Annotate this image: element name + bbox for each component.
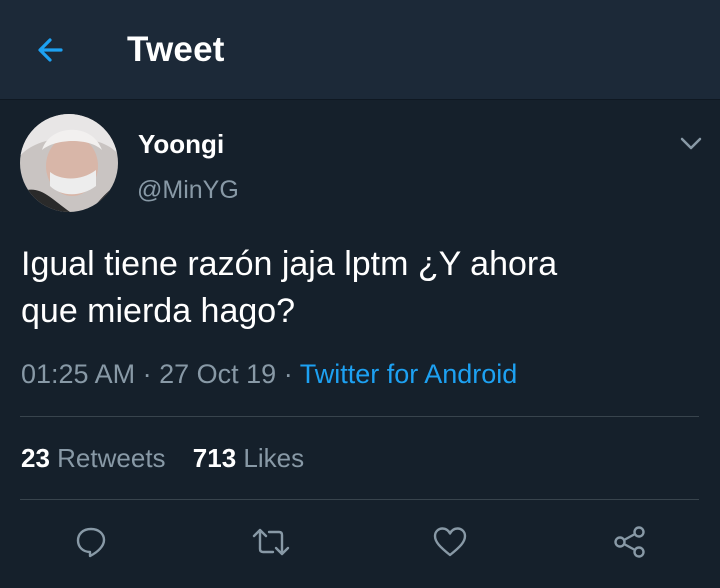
page-title: Tweet: [127, 30, 225, 69]
likes-stat[interactable]: 713 Likes: [193, 443, 304, 473]
share-button[interactable]: [608, 522, 652, 562]
arrow-left-icon: [38, 38, 63, 62]
likes-count: 713: [192, 443, 237, 473]
tweet-meta: 01:25 AM · 27 Oct 19 · Twitter for Andro…: [21, 359, 517, 390]
reply-icon: [76, 527, 106, 558]
display-name[interactable]: Yoongi: [138, 129, 224, 160]
tweet-text-line-1: Igual tiene razón jaja lptm ¿Y ahora: [21, 245, 558, 283]
chevron-down-icon: [680, 137, 702, 150]
engagement-stats: 23 Retweets 713 Likes: [21, 443, 304, 474]
like-button[interactable]: [428, 522, 472, 562]
meta-separator: ·: [283, 359, 293, 389]
tweet-time: 01:25 AM: [21, 359, 136, 389]
retweets-stat[interactable]: 23 Retweets: [21, 443, 173, 473]
back-button[interactable]: [26, 28, 74, 72]
like-icon: [433, 527, 467, 557]
retweet-button[interactable]: [249, 522, 293, 562]
retweets-label: Retweets: [57, 443, 166, 473]
tweet-text-line-2: que mierda hago?: [21, 292, 296, 330]
tweet-text: Igual tiene razón jaja lptm ¿Y ahora que…: [21, 241, 701, 335]
user-handle[interactable]: @MinYG: [137, 176, 239, 205]
divider: [20, 499, 699, 500]
meta-separator: ·: [142, 359, 152, 389]
tweet-source-link[interactable]: Twitter for Android: [300, 359, 518, 389]
tweet-date: 27 Oct 19: [159, 359, 277, 389]
share-icon: [614, 526, 645, 558]
top-bar: Tweet: [0, 0, 720, 100]
likes-label: Likes: [243, 443, 305, 473]
avatar-photo: [20, 114, 118, 212]
reply-button[interactable]: [69, 522, 113, 562]
retweet-icon: [252, 528, 290, 556]
avatar[interactable]: [20, 114, 118, 212]
divider: [20, 416, 699, 417]
retweets-count: 23: [21, 443, 50, 473]
more-options-button[interactable]: [676, 130, 706, 158]
